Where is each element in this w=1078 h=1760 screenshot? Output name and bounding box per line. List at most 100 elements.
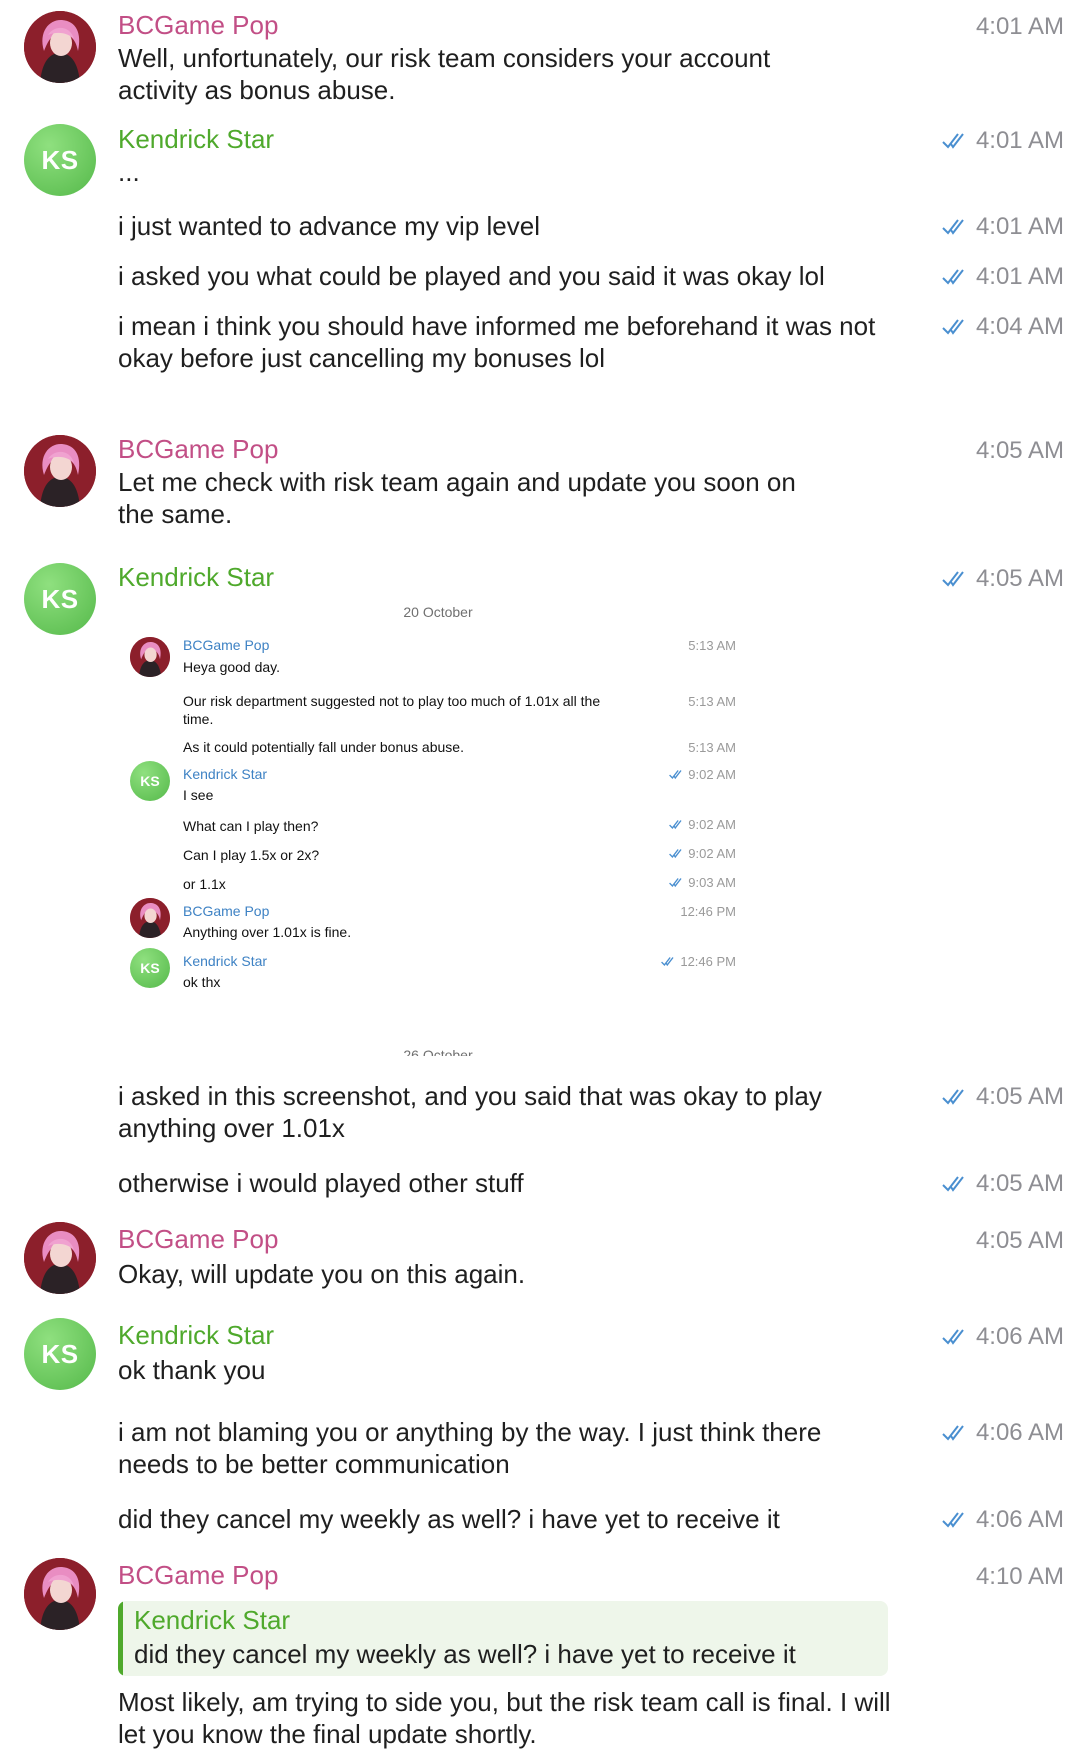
message-text: i am not blaming you or anything by the … — [118, 1417, 822, 1479]
double-check-icon — [942, 219, 964, 235]
embedded-text: Heya good day. — [183, 659, 281, 675]
message-time: 4:01 AM — [942, 213, 1064, 241]
message-time: 4:04 AM — [942, 313, 1064, 341]
time-label: 4:04 AM — [975, 313, 1064, 340]
message-time: 4:06 AM — [942, 1323, 1064, 1351]
time-label: 4:01 AM — [975, 13, 1064, 40]
message-time: 4:01 AM — [942, 127, 1064, 155]
message-time: 4:05 AM — [942, 1083, 1064, 1111]
message-time: 4:01 AM — [942, 263, 1064, 291]
reply-text: did they cancel my weekly as well? i hav… — [134, 1639, 796, 1669]
embedded-time: 12:46 PM — [680, 904, 736, 919]
time-label: 4:06 AM — [975, 1323, 1064, 1350]
bcgame-pop-avatar-icon — [24, 1558, 96, 1630]
embedded-time: 5:13 AM — [688, 740, 736, 755]
message-time: 4:01 AM — [976, 13, 1064, 41]
message-sender[interactable]: Kendrick Star — [118, 562, 274, 593]
time-label: 4:05 AM — [975, 1170, 1064, 1197]
avatar[interactable]: KS — [24, 563, 96, 635]
time-label: 9:03 AM — [688, 875, 736, 890]
avatar[interactable] — [24, 1558, 96, 1630]
message-text: Well, unfortunately, our risk team consi… — [118, 43, 771, 105]
time-label: 4:05 AM — [975, 1083, 1064, 1110]
message-text: did they cancel my weekly as well? i hav… — [118, 1504, 780, 1534]
time-label: 9:02 AM — [688, 846, 736, 861]
avatar[interactable] — [24, 435, 96, 507]
message-sender[interactable]: BCGame Pop — [118, 1560, 278, 1591]
embedded-date: 20 October — [403, 604, 473, 620]
embedded-text: or 1.1x — [183, 876, 226, 892]
message-text: i mean i think you should have informed … — [118, 311, 876, 373]
message-time: 4:06 AM — [942, 1419, 1064, 1447]
double-check-icon — [669, 849, 682, 859]
message-sender[interactable]: BCGame Pop — [118, 10, 278, 41]
time-label: 4:05 AM — [975, 1227, 1064, 1254]
bcgame-pop-avatar-icon — [24, 11, 96, 83]
message-text: Most likely, am trying to side you, but … — [118, 1687, 891, 1749]
double-check-icon — [942, 269, 964, 285]
double-check-icon — [661, 957, 674, 967]
bcgame-pop-avatar-icon — [24, 1222, 96, 1294]
reply-sender: Kendrick Star — [134, 1605, 291, 1635]
embedded-text: Can I play 1.5x or 2x? — [183, 847, 320, 863]
embedded-time: 9:02 AM — [669, 846, 736, 861]
time-label: 4:10 AM — [975, 1563, 1064, 1590]
time-label: 4:01 AM — [975, 213, 1064, 240]
message-text: ok thank you — [118, 1355, 266, 1385]
message-text: ... — [118, 157, 140, 187]
time-label: 4:05 AM — [975, 437, 1064, 464]
message-text: Okay, will update you on this again. — [118, 1259, 526, 1289]
avatar[interactable] — [24, 11, 96, 83]
time-label: 4:01 AM — [975, 263, 1064, 290]
avatar-initials: KS — [140, 960, 160, 976]
message-sender[interactable]: BCGame Pop — [118, 1224, 278, 1255]
embedded-time: 5:13 AM — [688, 638, 736, 653]
embedded-sender: Kendrick Star — [183, 766, 268, 782]
avatar-initials: KS — [41, 1338, 79, 1369]
avatar-initials: KS — [41, 583, 79, 614]
double-check-icon — [942, 319, 964, 335]
embedded-avatar: KS — [130, 948, 170, 988]
message-sender[interactable]: Kendrick Star — [118, 124, 274, 155]
double-check-icon — [942, 1512, 964, 1528]
message-text: otherwise i would played other stuff — [118, 1168, 524, 1198]
embedded-text: Our risk department suggested not to pla… — [183, 693, 601, 727]
double-check-icon — [942, 133, 964, 149]
reply-bar — [118, 1601, 123, 1676]
bcgame-pop-avatar-icon — [130, 637, 170, 677]
embedded-avatar — [130, 898, 170, 938]
embedded-text: I see — [183, 787, 214, 803]
message-text: i asked in this screenshot, and you said… — [118, 1081, 822, 1143]
double-check-icon — [942, 1425, 964, 1441]
embedded-screenshot[interactable]: 20 October BCGame Pop Heya good day. 5:1… — [118, 596, 758, 1056]
message-time: 4:05 AM — [976, 437, 1064, 465]
time-label: 9:02 AM — [688, 767, 736, 782]
avatar[interactable] — [24, 1222, 96, 1294]
embedded-text: Anything over 1.01x is fine. — [183, 924, 352, 940]
message-time: 4:06 AM — [942, 1506, 1064, 1534]
embedded-sender: Kendrick Star — [183, 953, 268, 969]
reply-quote[interactable]: Kendrick Star did they cancel my weekly … — [118, 1601, 888, 1676]
message-sender[interactable]: Kendrick Star — [118, 1320, 274, 1351]
embedded-date-cut: 26 October — [403, 1047, 473, 1056]
avatar[interactable]: KS — [24, 124, 96, 196]
embedded-time: 9:02 AM — [669, 817, 736, 832]
message-sender[interactable]: BCGame Pop — [118, 434, 278, 465]
embedded-time: 5:13 AM — [688, 694, 736, 709]
double-check-icon — [942, 1089, 964, 1105]
double-check-icon — [669, 820, 682, 830]
message-time: 4:10 AM — [976, 1563, 1064, 1591]
embedded-text: ok thx — [183, 974, 221, 990]
embedded-time: 9:02 AM — [669, 767, 736, 782]
time-label: 4:01 AM — [975, 127, 1064, 154]
double-check-icon — [669, 770, 682, 780]
embedded-avatar: KS — [130, 761, 170, 801]
time-label: 9:02 AM — [688, 817, 736, 832]
time-label: 4:06 AM — [975, 1419, 1064, 1446]
embedded-time: 9:03 AM — [669, 875, 736, 890]
bcgame-pop-avatar-icon — [130, 898, 170, 938]
message-time: 4:05 AM — [976, 1227, 1064, 1255]
double-check-icon — [942, 1329, 964, 1345]
double-check-icon — [942, 571, 964, 587]
avatar[interactable]: KS — [24, 1318, 96, 1390]
